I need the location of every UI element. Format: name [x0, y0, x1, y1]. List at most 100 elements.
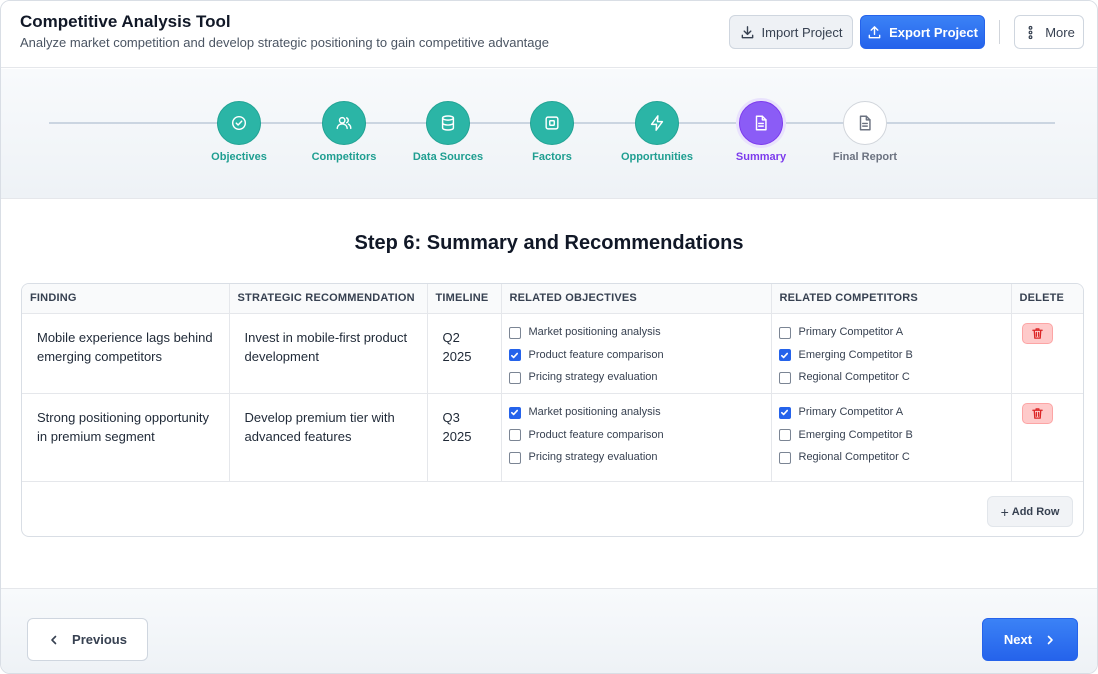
competitor-checkbox-item[interactable]: Emerging Competitor B — [778, 424, 1011, 447]
document-icon — [739, 101, 783, 145]
column-header-timeline: TIMELINE — [427, 284, 502, 314]
step-label: Competitors — [311, 151, 377, 163]
table-header-row: FINDING STRATEGIC RECOMMENDATION TIMELIN… — [22, 284, 1083, 314]
add-row-button[interactable]: + Add Row — [987, 496, 1073, 527]
step-factors[interactable]: Factors — [502, 101, 602, 163]
checkbox-label: Regional Competitor C — [798, 371, 910, 384]
checkbox[interactable] — [778, 406, 791, 419]
plus-icon: + — [1000, 503, 1009, 520]
step-final-report[interactable]: Final Report — [815, 101, 915, 163]
add-row-label: Add Row — [1011, 505, 1060, 518]
step-opportunities[interactable]: Opportunities — [607, 101, 707, 163]
chevron-left-icon — [48, 634, 60, 646]
footer-navigation: Previous Next — [1, 588, 1097, 673]
more-button[interactable]: More — [1014, 15, 1084, 49]
next-button[interactable]: Next — [982, 618, 1078, 661]
delete-row-button[interactable] — [1021, 322, 1053, 344]
checkbox[interactable] — [508, 451, 521, 464]
checkbox-label: Market positioning analysis — [528, 406, 661, 419]
checkbox-label: Pricing strategy evaluation — [528, 451, 658, 464]
checkbox[interactable] — [778, 326, 791, 339]
lightning-icon — [635, 101, 679, 145]
recommendations-table: FINDING STRATEGIC RECOMMENDATION TIMELIN… — [21, 283, 1084, 537]
checkbox[interactable] — [778, 451, 791, 464]
checkbox[interactable] — [508, 371, 521, 384]
column-header-finding: FINDING — [22, 284, 230, 314]
square-target-icon — [530, 101, 574, 145]
competitors-cell: Primary Competitor A Emerging Competitor… — [771, 313, 1012, 394]
header-divider — [999, 20, 1000, 44]
checkbox-label: Pricing strategy evaluation — [528, 371, 658, 384]
competitor-checkbox-item[interactable]: Regional Competitor C — [778, 447, 1011, 470]
progress-stepper: Objectives Competitors Data Sources Fact… — [1, 69, 1097, 199]
trash-icon — [1031, 327, 1044, 340]
previous-label: Previous — [72, 632, 127, 647]
document-icon — [843, 101, 887, 145]
delete-cell — [1011, 313, 1083, 394]
competitor-checkbox-item[interactable]: Primary Competitor A — [778, 322, 1011, 345]
checkbox[interactable] — [778, 429, 791, 442]
finding-cell[interactable]: Mobile experience lags behind emerging c… — [22, 313, 230, 394]
recommendation-text: Invest in mobile-first product developme… — [244, 329, 408, 364]
step-data-sources[interactable]: Data Sources — [398, 101, 498, 163]
timeline-cell[interactable]: Q2 2025 — [427, 313, 502, 394]
delete-row-button[interactable] — [1021, 402, 1053, 424]
previous-button[interactable]: Previous — [27, 618, 148, 661]
objective-checkbox-item[interactable]: Product feature comparison — [508, 344, 771, 367]
objective-checkbox-item[interactable]: Pricing strategy evaluation — [508, 447, 771, 470]
checkbox-label: Product feature comparison — [528, 428, 664, 441]
timeline-text: Q3 2025 — [442, 409, 472, 444]
step-label: Opportunities — [620, 151, 694, 163]
header: Competitive Analysis Tool Analyze market… — [1, 1, 1097, 68]
kebab-menu-icon — [1023, 25, 1038, 40]
chevron-right-icon — [1044, 634, 1056, 646]
objective-checkbox-item[interactable]: Pricing strategy evaluation — [508, 367, 771, 390]
objective-checkbox-item[interactable]: Product feature comparison — [508, 424, 771, 447]
step-title: Step 6: Summary and Recommendations — [354, 232, 744, 254]
competitor-checkbox-item[interactable]: Emerging Competitor B — [778, 344, 1011, 367]
step-label: Summary — [735, 151, 787, 163]
checkbox[interactable] — [508, 429, 521, 442]
checkbox-label: Emerging Competitor B — [798, 348, 913, 361]
objective-checkbox-item[interactable]: Market positioning analysis — [508, 322, 771, 345]
step-summary[interactable]: Summary — [711, 101, 811, 163]
trash-icon — [1031, 407, 1044, 420]
objectives-cell: Market positioning analysis Product feat… — [501, 313, 772, 394]
finding-text: Strong positioning opportunity in premiu… — [37, 409, 210, 444]
export-project-button[interactable]: Export Project — [860, 15, 985, 49]
upload-icon — [867, 25, 882, 40]
objective-checkbox-item[interactable]: Market positioning analysis — [508, 402, 771, 425]
step-competitors[interactable]: Competitors — [294, 101, 394, 163]
column-header-recommendation: STRATEGIC RECOMMENDATION — [229, 284, 428, 314]
timeline-cell[interactable]: Q3 2025 — [427, 393, 502, 482]
checkbox[interactable] — [508, 326, 521, 339]
checkbox-label: Market positioning analysis — [528, 326, 661, 339]
competitor-checkbox-item[interactable]: Regional Competitor C — [778, 367, 1011, 390]
finding-cell[interactable]: Strong positioning opportunity in premiu… — [22, 393, 230, 482]
recommendation-cell[interactable]: Invest in mobile-first product developme… — [229, 313, 428, 394]
recommendation-text: Develop premium tier with advanced featu… — [244, 409, 395, 444]
competitor-checkbox-item[interactable]: Primary Competitor A — [778, 402, 1011, 425]
checkbox[interactable] — [778, 349, 791, 362]
app-window: Competitive Analysis Tool Analyze market… — [0, 0, 1098, 674]
import-project-button[interactable]: Import Project — [729, 15, 853, 49]
objectives-cell: Market positioning analysis Product feat… — [501, 393, 772, 482]
download-icon — [740, 25, 755, 40]
step-label: Factors — [532, 151, 572, 163]
finding-text: Mobile experience lags behind emerging c… — [37, 329, 213, 364]
step-label: Objectives — [211, 151, 267, 163]
checkbox-label: Primary Competitor A — [798, 406, 904, 419]
step-label: Final Report — [832, 151, 898, 163]
competitors-cell: Primary Competitor A Emerging Competitor… — [771, 393, 1012, 482]
column-header-delete: DELETE — [1011, 284, 1083, 314]
checkbox[interactable] — [508, 406, 521, 419]
recommendation-cell[interactable]: Develop premium tier with advanced featu… — [229, 393, 428, 482]
next-label: Next — [1003, 632, 1033, 647]
import-project-label: Import Project — [761, 24, 843, 40]
more-label: More — [1045, 24, 1075, 40]
database-icon — [426, 101, 470, 145]
users-icon — [322, 101, 366, 145]
step-objectives[interactable]: Objectives — [189, 101, 289, 163]
checkbox[interactable] — [778, 371, 791, 384]
checkbox[interactable] — [508, 349, 521, 362]
